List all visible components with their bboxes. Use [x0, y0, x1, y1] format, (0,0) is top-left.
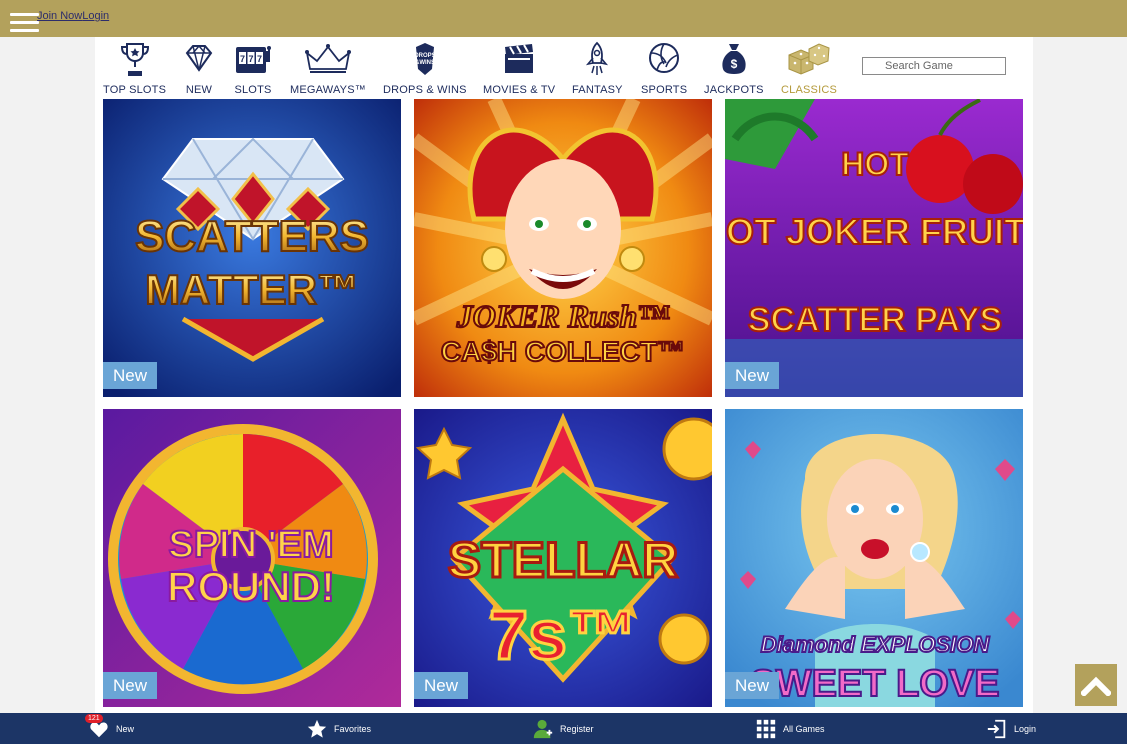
new-badge: New: [725, 362, 780, 389]
category-label: NEW: [185, 84, 213, 96]
game-artwork: STELLAR 7s™: [414, 409, 712, 707]
bottom-nav-favorites[interactable]: Favorites: [306, 713, 371, 744]
game-artwork: JOKER Rush™ CA$H COLLECT™: [414, 99, 712, 397]
category-top-slots[interactable]: TOP SLOTS: [103, 41, 166, 96]
category-megaways[interactable]: MEGAWAYS™: [290, 41, 366, 96]
clapperboard-icon: [505, 44, 534, 73]
svg-text:&WINS: &WINS: [415, 60, 435, 66]
new-badge: New: [103, 362, 158, 389]
category-label: DROPS & WINS: [383, 84, 467, 96]
category-slots[interactable]: 7 7 7 SLOTS: [234, 41, 272, 96]
category-movies-tv[interactable]: MOVIES & TV: [483, 41, 555, 96]
bottom-nav-register[interactable]: Register: [532, 713, 594, 744]
dice-icon: [788, 43, 830, 75]
game-artwork: SCATTERS MATTER™: [103, 99, 401, 397]
category-new[interactable]: NEW: [180, 41, 218, 96]
category-label: MOVIES & TV: [483, 84, 556, 96]
diamond-icon: [185, 44, 213, 72]
svg-text:7: 7: [257, 54, 262, 64]
game-title: HOT JOKER FRUITS: [725, 211, 1023, 252]
svg-text:7: 7: [248, 54, 253, 64]
top-bar: Join NowLogin: [0, 0, 1127, 37]
volleyball-icon: [649, 43, 680, 73]
bottom-nav-label: Favorites: [334, 723, 372, 734]
trophy-icon: [120, 43, 149, 76]
category-label: MEGAWAYS™: [290, 84, 366, 96]
svg-text:7: 7: [240, 54, 245, 64]
game-title: Diamond EXPLOSION: [761, 632, 991, 657]
game-artwork: SPIN 'EM ROUND!: [103, 409, 401, 707]
rocket-icon: [586, 41, 609, 75]
game-subtitle: SCATTER PAYS: [748, 301, 1002, 339]
game-title: JOKER Rush™: [456, 298, 670, 334]
game-title: STELLAR: [448, 532, 679, 588]
category-label: FANTASY: [572, 84, 623, 96]
scroll-to-top-button[interactable]: [1075, 664, 1117, 706]
svg-text:DROPS: DROPS: [414, 53, 435, 59]
game-subtitle: CA$H COLLECT™: [441, 336, 685, 367]
bottom-nav-label: New: [116, 723, 135, 734]
new-badge: New: [414, 672, 469, 699]
bottom-nav-new[interactable]: 121 New: [85, 713, 135, 744]
svg-text:HOT: HOT: [841, 146, 909, 182]
category-label: SLOTS: [234, 84, 272, 96]
game-title: SPIN 'EM: [168, 524, 333, 566]
game-subtitle: 7s™: [489, 596, 637, 674]
category-classics[interactable]: CLASSICS: [781, 41, 837, 96]
game-tile[interactable]: Diamond EXPLOSION SWEET LOVE New: [725, 409, 1023, 707]
games-panel: TOP SLOTS NEW 7 7 7 SLOTS MEGAWAYS™ DROP…: [95, 37, 1033, 713]
game-title: SCATTERS: [135, 212, 369, 261]
game-artwork: HOT HOT JOKER FRUITS SCATTER PAYS: [725, 99, 1023, 397]
category-label: CLASSICS: [781, 84, 838, 96]
new-badge: New: [103, 672, 158, 699]
crown-icon: [304, 44, 351, 73]
bottom-nav: 121 New Favorites Register All Games Log…: [0, 713, 1127, 744]
drops-wins-icon: DROPS &WINS: [414, 43, 436, 75]
category-jackpots[interactable]: $ JACKPOTS: [704, 41, 764, 96]
game-subtitle: ROUND!: [167, 563, 335, 610]
game-subtitle: SWEET LOVE: [750, 663, 999, 705]
login-icon: [987, 719, 1006, 738]
category-label: JACKPOTS: [704, 84, 764, 96]
game-tile[interactable]: SPIN 'EM ROUND! New: [103, 409, 401, 707]
bottom-nav-label: Register: [560, 723, 594, 734]
category-drops-wins[interactable]: DROPS &WINS DROPS & WINS: [383, 41, 467, 96]
category-label: TOP SLOTS: [103, 84, 167, 96]
money-bag-icon: $: [722, 44, 746, 74]
search-input[interactable]: [862, 57, 1006, 75]
game-artwork: Diamond EXPLOSION SWEET LOVE: [725, 409, 1023, 707]
game-tile[interactable]: SCATTERS MATTER™ New: [103, 99, 401, 397]
grid-icon: [756, 719, 776, 738]
game-tile[interactable]: HOT HOT JOKER FRUITS SCATTER PAYS New: [725, 99, 1023, 397]
category-sports[interactable]: SPORTS: [641, 41, 687, 96]
svg-text:$: $: [730, 57, 737, 71]
category-fantasy[interactable]: FANTASY: [572, 41, 623, 96]
bottom-nav-all-games[interactable]: All Games: [755, 713, 825, 744]
new-count-badge: 121: [85, 714, 103, 723]
chevron-up-icon: [1081, 676, 1111, 696]
category-nav: TOP SLOTS NEW 7 7 7 SLOTS MEGAWAYS™ DROP…: [95, 37, 1033, 97]
bottom-nav-label: All Games: [783, 723, 825, 734]
slot-machine-icon: 7 7 7: [236, 46, 271, 73]
game-tile[interactable]: STELLAR 7s™ New: [414, 409, 712, 707]
game-subtitle: MATTER™: [145, 266, 359, 313]
join-now-link[interactable]: Join Now: [37, 10, 82, 22]
menu-icon[interactable]: [10, 13, 39, 35]
user-icon: [533, 719, 553, 738]
star-icon: [307, 719, 327, 738]
category-label: SPORTS: [641, 84, 688, 96]
game-tile[interactable]: JOKER Rush™ CA$H COLLECT™: [414, 99, 712, 397]
login-link[interactable]: Login: [82, 10, 109, 22]
account-links: Join NowLogin: [37, 10, 109, 22]
new-badge: New: [725, 672, 780, 699]
bottom-nav-label: Login: [1014, 723, 1037, 734]
bottom-nav-login[interactable]: Login: [986, 713, 1036, 744]
